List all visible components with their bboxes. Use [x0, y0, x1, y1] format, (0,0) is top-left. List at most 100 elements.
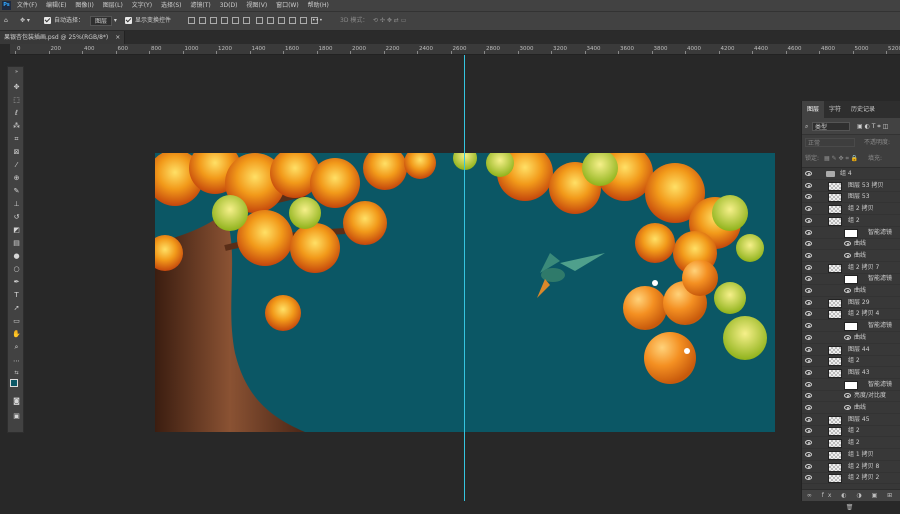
- effect-visibility-icon[interactable]: [844, 334, 851, 340]
- blend-mode-dropdown[interactable]: 正常: [805, 138, 855, 147]
- dodge-tool-icon[interactable]: ○: [12, 265, 21, 274]
- layer-row[interactable]: 曲线: [802, 238, 900, 251]
- visibility-eye-icon[interactable]: [805, 405, 812, 410]
- effect-visibility-icon[interactable]: [844, 393, 851, 399]
- visibility-eye-icon[interactable]: [805, 206, 812, 212]
- show-transform-checkbox[interactable]: [125, 17, 132, 24]
- distribute-bottom-icon[interactable]: [278, 17, 285, 24]
- gradient-tool-icon[interactable]: ▤: [12, 239, 21, 248]
- layer-row[interactable]: 智能滤镜: [802, 273, 900, 286]
- layer-row[interactable]: 组 2: [802, 355, 900, 368]
- align-left-icon[interactable]: [188, 17, 195, 24]
- layer-row[interactable]: 组 1 拷贝: [802, 449, 900, 461]
- layer-row[interactable]: 组 2 拷贝: [802, 203, 900, 216]
- home-icon[interactable]: ⌂: [4, 12, 8, 30]
- layer-row[interactable]: 曲线: [802, 332, 900, 344]
- visibility-eye-icon[interactable]: [805, 288, 812, 293]
- menu-help[interactable]: 帮助(H): [308, 0, 329, 11]
- align-center-icon[interactable]: [199, 17, 206, 24]
- foreground-color-swatch[interactable]: [10, 379, 18, 387]
- distribute-hcenter-icon[interactable]: [300, 17, 307, 24]
- move-tool-preset-icon[interactable]: ✥ ▾: [20, 12, 30, 30]
- effect-visibility-icon[interactable]: [844, 405, 851, 410]
- visibility-eye-icon[interactable]: [805, 229, 812, 235]
- visibility-eye-icon[interactable]: [805, 451, 812, 457]
- document-tab[interactable]: 果银杏包装插画.psd @ 25%(RGB/8*) ×: [0, 31, 126, 44]
- history-brush-tool-icon[interactable]: ↺: [12, 213, 21, 222]
- layer-row[interactable]: 智能滤镜: [802, 227, 900, 239]
- visibility-eye-icon[interactable]: [805, 311, 812, 317]
- layer-row[interactable]: 组 2 拷贝 7: [802, 262, 900, 274]
- quick-selection-tool-icon[interactable]: ⁂: [12, 122, 21, 131]
- menu-edit[interactable]: 编辑(E): [46, 0, 66, 11]
- layer-row[interactable]: 图层 45: [802, 414, 900, 426]
- tab-history[interactable]: 历史记录: [846, 101, 880, 118]
- visibility-eye-icon[interactable]: [805, 393, 812, 399]
- clone-stamp-tool-icon[interactable]: ⊥: [12, 200, 21, 209]
- layer-row[interactable]: 智能滤镜: [802, 379, 900, 391]
- effect-visibility-icon[interactable]: [844, 241, 851, 247]
- effect-visibility-icon[interactable]: [844, 288, 851, 293]
- distribute-top-icon[interactable]: [256, 17, 263, 24]
- move-tool-icon[interactable]: ✥: [12, 83, 21, 92]
- visibility-eye-icon[interactable]: [805, 381, 812, 387]
- visibility-eye-icon[interactable]: [805, 182, 812, 188]
- visibility-eye-icon[interactable]: [805, 323, 812, 329]
- layers-panel-footer[interactable]: ∞ fx ◐ ◑ ▣ ⊞ 🗑: [802, 489, 900, 511]
- layer-row[interactable]: 曲线: [802, 250, 900, 262]
- align-middle-icon[interactable]: [232, 17, 239, 24]
- menu-layer[interactable]: 图层(L): [103, 0, 123, 11]
- healing-brush-tool-icon[interactable]: ⊕: [12, 174, 21, 183]
- visibility-eye-icon[interactable]: [805, 463, 812, 469]
- layer-row[interactable]: 组 2: [802, 215, 900, 227]
- layer-row[interactable]: 图层 53: [802, 191, 900, 204]
- filter-kind-dropdown[interactable]: 类型: [812, 122, 850, 131]
- visibility-eye-icon[interactable]: [805, 252, 812, 258]
- collapse-toolbar-icon[interactable]: »: [12, 68, 21, 77]
- menu-file[interactable]: 文件(F): [17, 0, 37, 11]
- distribute-vcenter-icon[interactable]: [267, 17, 274, 24]
- eyedropper-tool-icon[interactable]: ⁄: [12, 161, 21, 170]
- layer-row[interactable]: 组 2: [802, 425, 900, 438]
- hand-tool-icon[interactable]: ✋: [12, 330, 21, 339]
- layer-row[interactable]: 组 4: [802, 168, 900, 180]
- visibility-eye-icon[interactable]: [805, 264, 812, 270]
- menu-view[interactable]: 视图(V): [246, 0, 267, 11]
- layer-row[interactable]: 图层 43: [802, 367, 900, 379]
- visibility-eye-icon[interactable]: [805, 194, 812, 200]
- align-top-icon[interactable]: [221, 17, 228, 24]
- menu-3d[interactable]: 3D(D): [220, 0, 238, 11]
- layer-row[interactable]: 图层 44: [802, 344, 900, 356]
- screen-mode-icon[interactable]: ▣: [12, 412, 21, 421]
- visibility-eye-icon[interactable]: [805, 346, 812, 352]
- align-bottom-icon[interactable]: [243, 17, 250, 24]
- quick-mask-icon[interactable]: ◙: [12, 397, 21, 406]
- filter-buttons-icons[interactable]: ▣ ◐ T ⌗ ◫: [857, 118, 888, 135]
- layer-row[interactable]: 亮度/对比度: [802, 390, 900, 403]
- lock-icons[interactable]: ▦ ✎ ✥ ⌗ 🔒: [824, 154, 858, 163]
- path-selection-tool-icon[interactable]: ➚: [12, 304, 21, 313]
- visibility-eye-icon[interactable]: [805, 217, 812, 223]
- crop-tool-icon[interactable]: ⌗: [12, 135, 21, 144]
- menu-select[interactable]: 选择(S): [161, 0, 182, 11]
- layer-row[interactable]: 图层 53 拷贝: [802, 180, 900, 192]
- frame-tool-icon[interactable]: ⊠: [12, 148, 21, 157]
- swap-colors-icon[interactable]: ⇆: [12, 369, 21, 378]
- visibility-eye-icon[interactable]: [805, 416, 812, 422]
- menu-type[interactable]: 文字(Y): [132, 0, 152, 11]
- rectangle-tool-icon[interactable]: ▭: [12, 317, 21, 326]
- marquee-tool-icon[interactable]: ⬚: [12, 96, 21, 105]
- visibility-eye-icon[interactable]: [805, 241, 812, 247]
- visibility-eye-icon[interactable]: [805, 334, 812, 340]
- 3d-tools-icons[interactable]: ⟲ ✣ ✥ ⇄ ▭: [373, 12, 406, 30]
- layer-row[interactable]: 组 2: [802, 437, 900, 450]
- layer-row[interactable]: 曲线: [802, 402, 900, 414]
- tab-character[interactable]: 字符: [824, 101, 846, 118]
- more-options-icon[interactable]: •••: [312, 12, 323, 30]
- layer-row[interactable]: 组 2 拷贝 4: [802, 308, 900, 321]
- visibility-eye-icon[interactable]: [805, 299, 812, 305]
- layer-row[interactable]: 组 2 拷贝 8: [802, 461, 900, 473]
- blur-tool-icon[interactable]: ●: [12, 252, 21, 261]
- visibility-eye-icon[interactable]: [805, 369, 812, 375]
- visibility-eye-icon[interactable]: [805, 358, 812, 364]
